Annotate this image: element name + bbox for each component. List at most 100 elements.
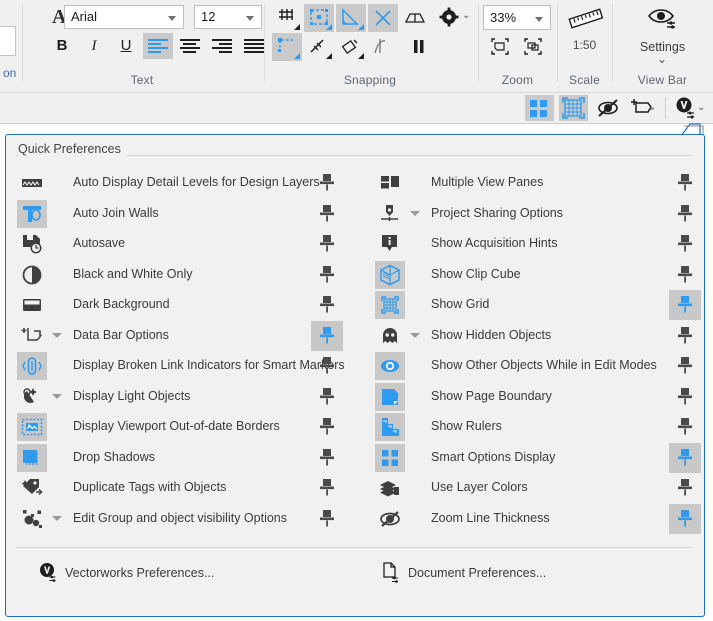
view-settings-chevron-down-icon[interactable]: ⌄ <box>657 52 667 66</box>
pin-to-toolbar-button[interactable] <box>311 412 343 442</box>
preference-row[interactable]: Display Broken Link Indicators for Smart… <box>6 351 354 382</box>
italic-button[interactable]: I <box>79 33 109 59</box>
show-page-boundary-icon[interactable] <box>375 383 405 411</box>
fit-objects-to-window-icon[interactable] <box>518 33 548 61</box>
pin-to-toolbar-button[interactable] <box>669 351 701 381</box>
display-broken-link-indicators-icon[interactable] <box>17 352 47 380</box>
pin-to-toolbar-button[interactable] <box>669 199 701 229</box>
edit-group-visibility-options-icon[interactable] <box>17 505 47 533</box>
autosave-icon[interactable] <box>17 230 47 258</box>
pin-to-toolbar-button[interactable] <box>311 229 343 259</box>
quick-preferences-chevron-down-icon[interactable]: ⌄ <box>697 102 705 113</box>
font-size-combo[interactable]: 12 <box>194 5 262 29</box>
preference-row[interactable]: Show Rulers <box>364 412 712 443</box>
show-acquisition-hints-icon[interactable] <box>375 230 405 258</box>
show-other-objects-edit-modes-icon[interactable] <box>375 352 405 380</box>
snap-to-surface-icon[interactable] <box>400 4 430 32</box>
pin-to-toolbar-button[interactable] <box>669 473 701 503</box>
pin-to-toolbar-button[interactable] <box>311 290 343 320</box>
align-left-button[interactable] <box>143 33 173 59</box>
dark-background-icon[interactable] <box>17 291 47 319</box>
chevron-down-icon[interactable] <box>52 394 62 399</box>
chevron-down-icon[interactable] <box>410 333 420 338</box>
smart-edge-icon[interactable] <box>336 33 366 61</box>
ruler-icon[interactable] <box>566 4 606 39</box>
preference-row[interactable]: Dark Background <box>6 290 354 321</box>
preference-row[interactable]: Auto Join Walls <box>6 199 354 230</box>
snap-to-angle-icon[interactable] <box>336 4 366 32</box>
preference-row[interactable]: Zoom Line Thickness <box>364 504 712 535</box>
zoom-percent-combo[interactable]: 33% <box>483 5 551 30</box>
drop-shadows-icon[interactable] <box>17 444 47 472</box>
preference-row[interactable]: Project Sharing Options <box>364 199 712 230</box>
preference-row[interactable]: Show Hidden Objects <box>364 321 712 352</box>
snap-loupe-chevron-down-icon[interactable]: ⌄ <box>648 102 656 113</box>
preference-row[interactable]: Use Layer Colors <box>364 473 712 504</box>
show-grid-icon[interactable] <box>375 291 405 319</box>
preference-row[interactable]: Display Light Objects <box>6 382 354 413</box>
suspend-snapping-icon[interactable] <box>404 33 434 61</box>
chevron-down-icon[interactable] <box>52 333 62 338</box>
pin-to-toolbar-button[interactable] <box>311 260 343 290</box>
pin-to-toolbar-button[interactable] <box>311 473 343 503</box>
show-clip-cube-icon[interactable] <box>375 261 405 289</box>
bold-button[interactable]: B <box>47 33 77 59</box>
preference-row[interactable]: Black and White Only <box>6 260 354 291</box>
snap-to-intersection-icon[interactable] <box>368 4 398 32</box>
align-right-button[interactable] <box>207 33 237 59</box>
partial-left-field[interactable] <box>0 26 16 56</box>
multiple-view-panes-icon[interactable] <box>375 169 405 197</box>
preference-row[interactable]: Show Clip Cube <box>364 260 712 291</box>
show-rulers-icon[interactable] <box>375 413 405 441</box>
tangent-snap-icon[interactable] <box>368 33 398 61</box>
chevron-down-icon[interactable] <box>410 211 420 216</box>
preference-row[interactable]: Auto Display Detail Levels for Design La… <box>6 168 354 199</box>
data-bar-options-icon[interactable] <box>17 322 47 350</box>
snap-to-edge-icon[interactable] <box>272 33 302 61</box>
preference-row[interactable]: Drop Shadows <box>6 443 354 474</box>
preference-row[interactable]: Edit Group and object visibility Options <box>6 504 354 535</box>
fit-page-to-window-icon[interactable] <box>485 33 515 61</box>
zoom-line-thickness-icon[interactable] <box>375 505 405 533</box>
black-and-white-only-icon[interactable] <box>17 261 47 289</box>
chevron-down-icon[interactable] <box>52 516 62 521</box>
pin-to-toolbar-button[interactable] <box>669 443 701 473</box>
pin-to-toolbar-button[interactable] <box>311 382 343 412</box>
pin-to-toolbar-button[interactable] <box>311 351 343 381</box>
preference-row[interactable]: Show Page Boundary <box>364 382 712 413</box>
view-settings-eye-icon[interactable] <box>645 5 681 38</box>
underline-button[interactable]: U <box>111 33 141 59</box>
scale-value[interactable]: 1:50 <box>557 38 612 52</box>
font-name-combo[interactable]: Arial <box>64 5 184 29</box>
snap-to-grid-icon[interactable] <box>272 4 302 32</box>
preference-row[interactable]: Show Grid <box>364 290 712 321</box>
pin-to-toolbar-button[interactable] <box>311 321 343 351</box>
smart-points-icon[interactable] <box>304 33 334 61</box>
pin-to-toolbar-button[interactable] <box>669 260 701 290</box>
preference-row[interactable]: Data Bar Options <box>6 321 354 352</box>
align-center-button[interactable] <box>175 33 205 59</box>
pin-to-toolbar-button[interactable] <box>669 290 701 320</box>
preference-row[interactable]: Duplicate Tags with Objects <box>6 473 354 504</box>
duplicate-tags-with-objects-icon[interactable] <box>17 474 47 502</box>
auto-join-walls-icon[interactable] <box>17 200 47 228</box>
pin-to-toolbar-button[interactable] <box>669 321 701 351</box>
preference-row[interactable]: Show Other Objects While in Edit Modes <box>364 351 712 382</box>
pin-to-toolbar-button[interactable] <box>669 412 701 442</box>
pin-to-toolbar-button[interactable] <box>669 168 701 198</box>
use-layer-colors-icon[interactable] <box>375 474 405 502</box>
project-sharing-options-icon[interactable] <box>375 200 405 228</box>
smart-options-display-icon[interactable] <box>375 444 405 472</box>
pin-to-toolbar-button[interactable] <box>669 504 701 534</box>
pin-to-toolbar-button[interactable] <box>311 504 343 534</box>
pin-to-toolbar-button[interactable] <box>311 443 343 473</box>
preference-row[interactable]: Smart Options Display <box>364 443 712 474</box>
auto-display-detail-levels-icon[interactable] <box>17 169 47 197</box>
display-light-objects-icon[interactable] <box>17 383 47 411</box>
pin-to-toolbar-button[interactable] <box>669 382 701 412</box>
show-hidden-objects-icon[interactable] <box>375 322 405 350</box>
snapping-chevron-down-icon[interactable]: ⌄ <box>462 10 470 21</box>
preference-row[interactable]: Autosave <box>6 229 354 260</box>
snap-to-object-icon[interactable] <box>304 4 334 32</box>
pin-to-toolbar-button[interactable] <box>311 199 343 229</box>
